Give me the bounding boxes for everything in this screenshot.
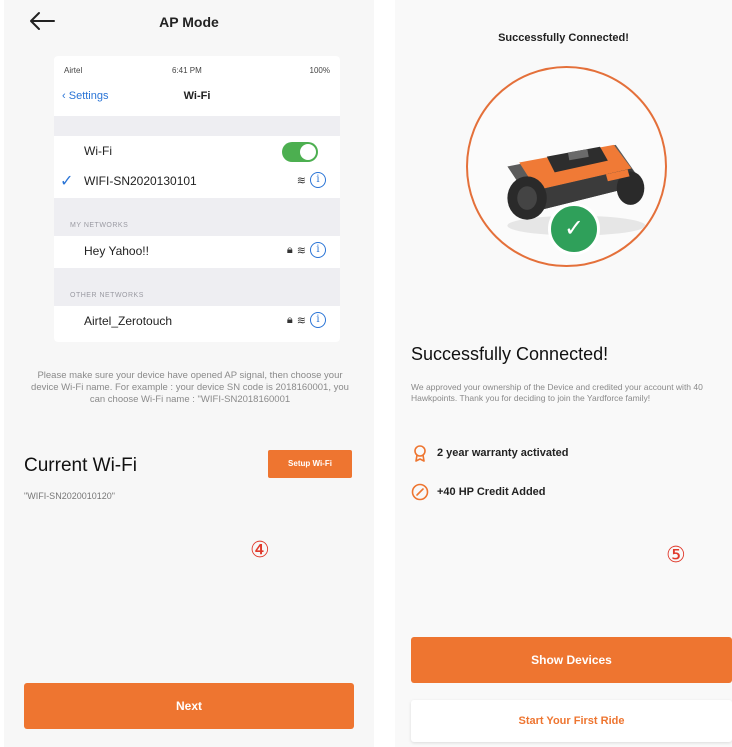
success-check-icon: ✓ [548, 203, 600, 255]
other-networks-header: OTHER NETWORKS [70, 292, 144, 299]
network-name: Airtel_Zerotouch [84, 314, 173, 328]
wifi-toggle-row: Wi-Fi [54, 136, 340, 166]
award-ribbon-icon [414, 445, 426, 462]
step-marker: ④ [250, 538, 270, 563]
credit-slash-icon [411, 483, 429, 501]
step-marker: ⑤ [666, 543, 686, 568]
perk-label: 2 year warranty activated [437, 447, 569, 459]
checkmark-icon: ✓ [60, 173, 74, 190]
page-title: AP Mode [159, 14, 219, 30]
next-button[interactable]: Next [24, 683, 354, 729]
lock-icon: 🔒︎ [286, 313, 293, 326]
battery-label: 100% [309, 66, 330, 75]
wifi-signal-icon: ≋ [296, 314, 306, 327]
my-networks-header: MY NETWORKS [70, 222, 129, 229]
top-bar: AP Mode [4, 0, 374, 46]
clock-label: 6:41 PM [172, 66, 202, 75]
ios-nav-bar: ‹ Settings Wi-Fi [54, 90, 340, 110]
current-wifi-value: "WIFI-SN2020010120" [24, 491, 115, 501]
section-band: MY NETWORKS [54, 198, 340, 236]
wifi-label: Wi-Fi [84, 144, 112, 158]
show-devices-button[interactable]: Show Devices [411, 637, 732, 683]
ios-nav-title: Wi-Fi [183, 90, 211, 102]
info-icon[interactable]: i [310, 312, 326, 328]
connected-network-name: WIFI-SN2020130101 [84, 174, 197, 188]
ios-status-bar: Airtel 6:41 PM 100% [54, 66, 340, 80]
success-description: We approved your ownership of the Device… [411, 382, 703, 403]
section-band: OTHER NETWORKS [54, 268, 340, 306]
current-wifi-title: Current Wi-Fi [24, 455, 137, 476]
start-first-ride-button[interactable]: Start Your First Ride [411, 700, 732, 742]
network-row[interactable]: Airtel_Zerotouch 🔒︎ ≋ i [54, 306, 340, 336]
ios-wifi-screenshot: Airtel 6:41 PM 100% ‹ Settings Wi-Fi Wi-… [54, 56, 340, 342]
ap-instructions: Please make sure your device have opened… [31, 370, 349, 405]
ap-mode-screen: AP Mode Airtel 6:41 PM 100% ‹ Settings W… [4, 0, 374, 747]
setup-wifi-button[interactable]: Setup Wi-Fi [268, 450, 352, 478]
info-icon[interactable]: i [310, 172, 326, 188]
success-screen: Successfully Connected! ✓ Successfully C… [395, 0, 732, 747]
perk-warranty: 2 year warranty activated [411, 443, 568, 463]
info-icon[interactable]: i [310, 242, 326, 258]
carrier-label: Airtel [64, 66, 83, 75]
wifi-signal-icon: ≋ [296, 174, 306, 187]
perk-credit: +40 HP Credit Added [411, 482, 546, 502]
network-row[interactable]: Hey Yahoo!! 🔒︎ ≋ i [54, 236, 340, 266]
lock-icon: 🔒︎ [286, 243, 293, 256]
connected-network-row[interactable]: ✓ WIFI-SN2020130101 ≋ i [54, 166, 340, 196]
network-name: Hey Yahoo!! [84, 244, 149, 258]
section-spacer [54, 116, 340, 136]
success-heading: Successfully Connected! [411, 344, 609, 364]
wifi-signal-icon: ≋ [296, 244, 306, 257]
perk-label: +40 HP Credit Added [437, 486, 546, 498]
wifi-toggle[interactable] [282, 142, 318, 162]
top-title: Successfully Connected! [498, 32, 629, 44]
